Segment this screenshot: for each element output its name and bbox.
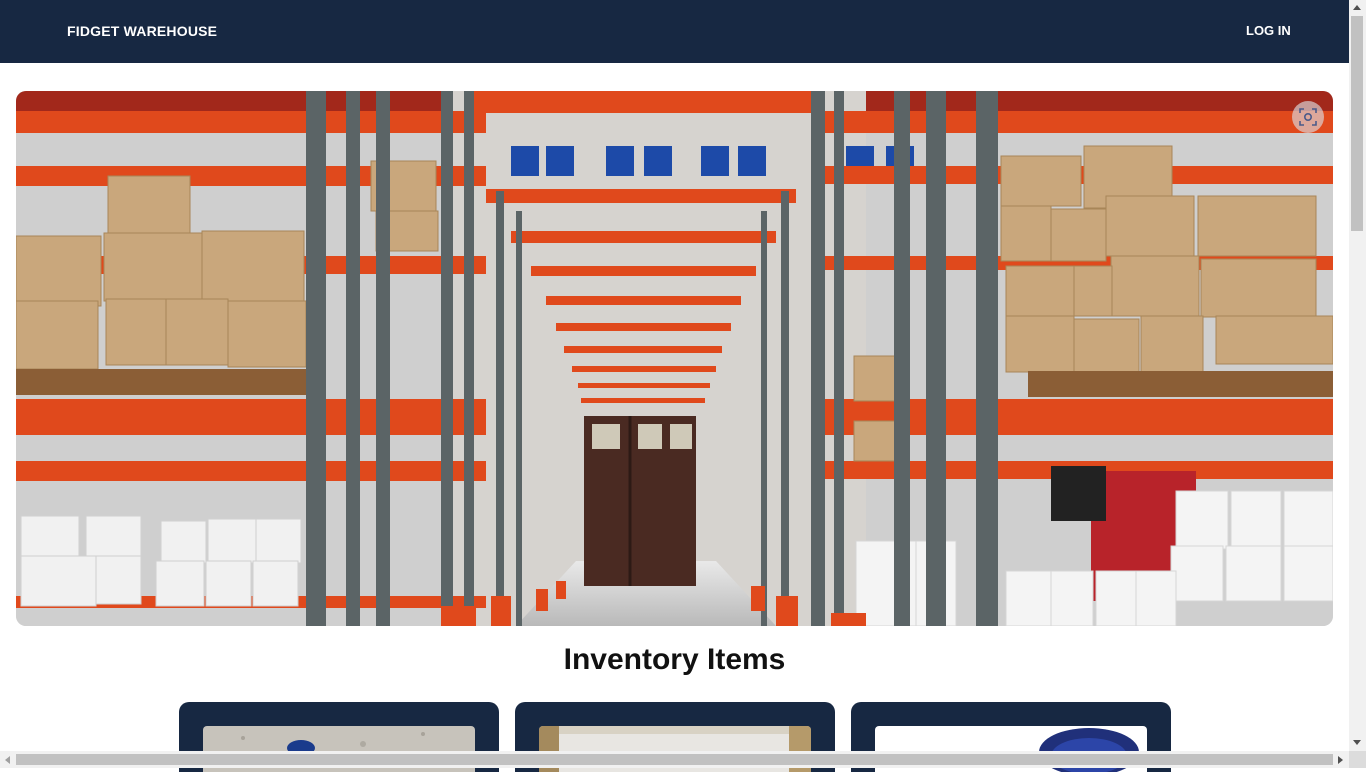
image-search-icon[interactable]: [1292, 101, 1324, 133]
horizontal-scrollbar[interactable]: [0, 751, 1349, 768]
horizontal-scroll-thumb[interactable]: [16, 754, 1333, 765]
scroll-up-arrow-icon[interactable]: [1353, 5, 1361, 10]
scroll-left-arrow-icon[interactable]: [5, 756, 10, 764]
scroll-right-arrow-icon[interactable]: [1338, 756, 1343, 764]
scroll-down-arrow-icon[interactable]: [1353, 740, 1361, 745]
top-navbar: FIDGET WAREHOUSE LOG IN: [0, 0, 1349, 63]
inventory-section-title: Inventory Items: [563, 643, 786, 676]
brand-logo-link[interactable]: FIDGET WAREHOUSE: [67, 23, 217, 39]
login-link[interactable]: LOG IN: [1246, 23, 1291, 38]
vertical-scroll-thumb[interactable]: [1351, 16, 1363, 231]
scrollbar-corner: [1349, 751, 1366, 768]
warehouse-illustration: [16, 91, 1333, 626]
hero-warehouse-image: [16, 91, 1333, 626]
vertical-scrollbar[interactable]: [1349, 0, 1366, 751]
